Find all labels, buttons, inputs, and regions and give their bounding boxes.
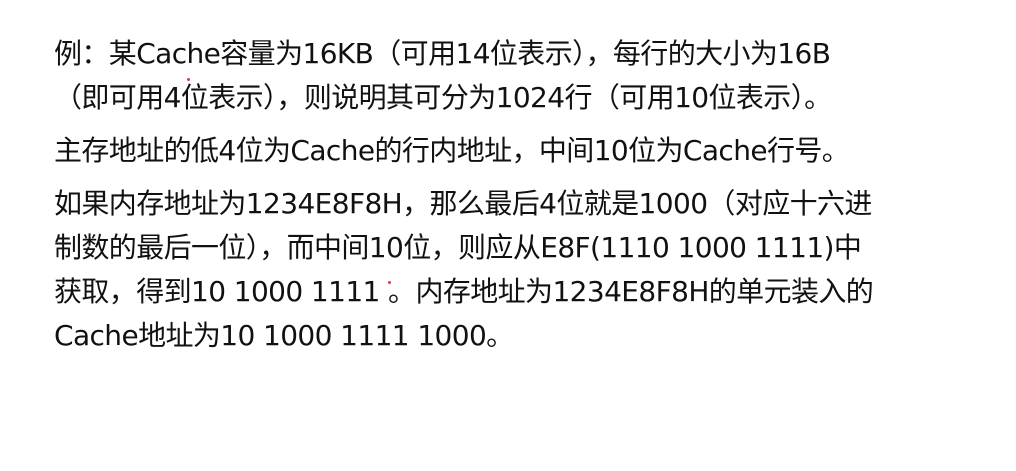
text-line-4: 如果内存地址为1234E8F8H，那么最后4位就是1000（对应十六进	[54, 187, 872, 220]
text-line-2: （即可用4位表示），则说明其可分为1024行（可用10位表示）。	[54, 81, 832, 114]
red-annotation-dot	[187, 78, 190, 81]
text-line-6: 获取，得到10 1000 1111 。内存地址为1234E8F8H的单元装入的	[54, 275, 874, 308]
cache-example-text: 例：某Cache容量为16KB（可用14位表示），每行的大小为16B （即可用4…	[54, 40, 999, 366]
slide: 例：某Cache容量为16KB（可用14位表示），每行的大小为16B （即可用4…	[0, 0, 1016, 471]
text-line-1: 例：某Cache容量为16KB（可用14位表示），每行的大小为16B	[54, 37, 831, 70]
text-line-7: Cache地址为10 1000 1111 1000。	[54, 319, 514, 352]
text-line-5: 制数的最后一位），而中间10位，则应从E8F(1110 1000 1111)中	[54, 231, 862, 264]
text-line-3: 主存地址的低4位为Cache的行内地址，中间10位为Cache行号。	[54, 134, 850, 167]
red-annotation-dot	[388, 281, 391, 284]
